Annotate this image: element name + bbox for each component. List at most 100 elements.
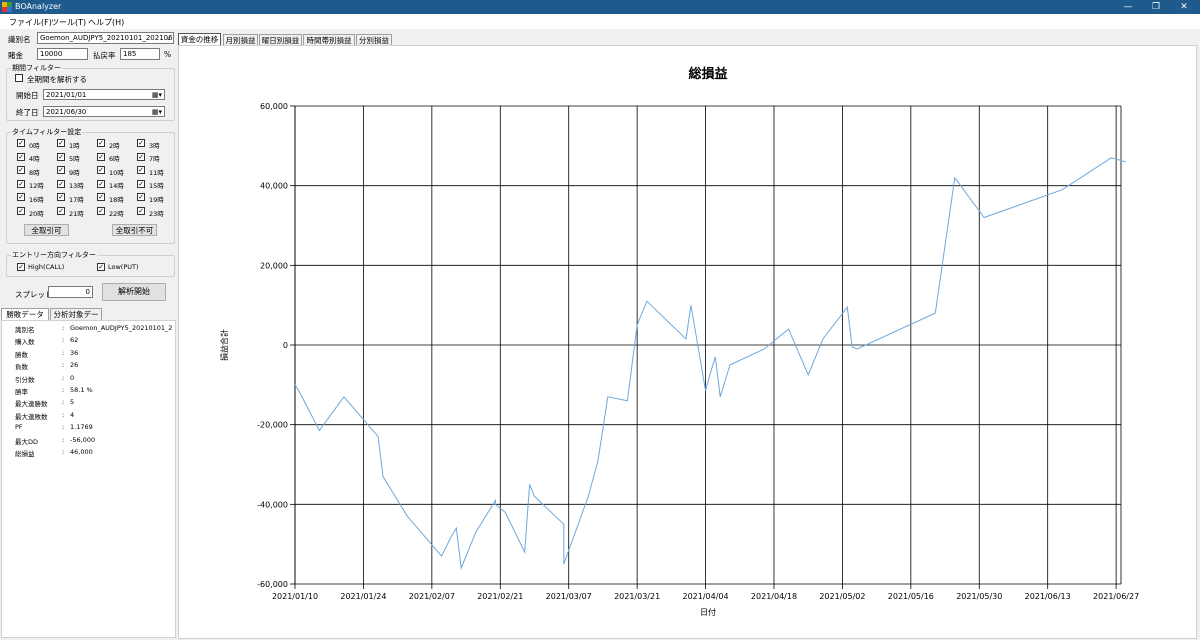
hour-checkbox-8[interactable]: ✓ (17, 166, 25, 175)
minimize-icon[interactable]: — (1114, 0, 1142, 14)
hour-label-11: 11時 (149, 168, 164, 177)
stat-colon: : (62, 348, 65, 357)
stat-key: PF (15, 423, 23, 432)
payout-input[interactable]: 185 (120, 48, 160, 60)
hour-checkbox-21[interactable]: ✓ (57, 207, 65, 215)
tab-win-loss-data[interactable]: 勝敗データ (1, 308, 49, 320)
direction-filter-group: エントリー方向フィルター ✓ High(CALL) ✓ Low(PUT) (6, 250, 175, 277)
stat-value: Goemon_AUDJPY5_20210101_2 (70, 324, 173, 332)
hour-label-20: 20時 (29, 209, 44, 218)
hour-checkbox-22[interactable]: ✓ (97, 207, 105, 215)
menu-tools[interactable]: ツール(T) (51, 17, 86, 28)
hour-checkbox-10[interactable]: ✓ (97, 166, 105, 175)
allow-all-button[interactable]: 全取引可 (24, 224, 69, 236)
analyze-button[interactable]: 解析開始 (102, 283, 166, 301)
x-tick-label: 2021/05/16 (888, 592, 934, 601)
hour-checkbox-16[interactable]: ✓ (17, 193, 25, 202)
hour-checkbox-1[interactable]: ✓ (57, 139, 65, 147)
hour-checkbox-9[interactable]: ✓ (57, 166, 65, 175)
menu-help[interactable]: ヘルプ(H) (88, 17, 124, 28)
hour-checkbox-15[interactable]: ✓ (137, 179, 145, 188)
hour-label-4: 4時 (29, 155, 40, 164)
hour-checkbox-20[interactable]: ✓ (17, 207, 25, 215)
stat-key: 識別名 (15, 326, 35, 334)
spread-label: スプレッド (15, 290, 53, 299)
low-put-checkbox[interactable]: ✓ (97, 263, 105, 271)
hour-checkbox-4[interactable]: ✓ (17, 152, 25, 161)
restore-icon[interactable]: ❐ (1142, 0, 1170, 14)
time-filter-title: タイムフィルター設定 (11, 127, 83, 137)
stat-key: 勝数 (15, 350, 28, 359)
stat-value: -56,000 (70, 435, 96, 444)
id-select[interactable]: Goemon_AUDJPY5_20210101_2021063 ⌄ (37, 32, 174, 44)
hour-checkbox-18[interactable]: ✓ (97, 193, 105, 202)
y-tick-label: 60,000 (260, 102, 288, 111)
id-label: 識別名 (8, 35, 31, 44)
hour-label-10: 10時 (109, 168, 124, 177)
direction-filter-title: エントリー方向フィルター (11, 250, 97, 260)
hour-label-15: 15時 (149, 182, 164, 191)
high-call-label: High(CALL) (28, 263, 65, 271)
x-tick-label: 2021/02/21 (477, 592, 523, 601)
end-date-picker[interactable]: 2021/06/30 ▦▾ (43, 106, 165, 117)
stat-value: 5 (70, 398, 75, 407)
hour-label-0: 0時 (29, 141, 40, 150)
x-tick-label: 2021/02/07 (409, 592, 455, 601)
tab-minute-pl[interactable]: 分別損益 (356, 34, 392, 45)
x-tick-label: 2021/03/07 (546, 592, 592, 601)
stat-key: 引分数 (15, 375, 35, 384)
hour-checkbox-3[interactable]: ✓ (137, 139, 145, 147)
high-call-checkbox[interactable]: ✓ (17, 263, 25, 271)
end-date-label: 終了日 (16, 108, 39, 117)
hour-checkbox-12[interactable]: ✓ (17, 179, 25, 188)
y-tick-label: -20,000 (257, 421, 288, 430)
period-all-checkbox[interactable] (15, 74, 23, 82)
hour-checkbox-0[interactable]: ✓ (17, 139, 25, 147)
stat-value: 1.1769 (70, 423, 93, 432)
menu-file[interactable]: ファイル(F) (9, 17, 52, 28)
stat-key: 最大DD (15, 437, 39, 446)
tab-weekday-pl[interactable]: 曜日別損益 (259, 34, 302, 45)
hour-label-2: 2時 (109, 141, 120, 150)
app-icon (2, 2, 12, 12)
hour-checkbox-19[interactable]: ✓ (137, 193, 145, 202)
spread-input[interactable]: 0 (48, 286, 93, 298)
chart-title: 総損益 (688, 66, 727, 82)
stat-key: 総損益 (15, 450, 35, 458)
hour-checkbox-6[interactable]: ✓ (97, 152, 105, 161)
stat-key: 負数 (15, 363, 28, 372)
tab-balance-history[interactable]: 資金の推移 (178, 33, 221, 45)
hour-checkbox-2[interactable]: ✓ (97, 139, 105, 147)
hour-checkbox-7[interactable]: ✓ (137, 152, 145, 161)
y-axis-label: 損益合計 (219, 329, 229, 361)
hour-checkbox-17[interactable]: ✓ (57, 193, 65, 202)
stat-colon: : (62, 373, 65, 382)
x-tick-label: 2021/05/30 (956, 592, 1002, 601)
stat-colon: : (62, 448, 65, 456)
stat-value: 62 (70, 336, 79, 345)
hour-checkbox-14[interactable]: ✓ (97, 179, 105, 188)
chart-area: 総損益 60,000 40,000 20,000 0 -20,000 -40,000 -60,… (178, 45, 1197, 639)
stake-input[interactable]: 10000 (37, 48, 88, 60)
calendar-icon: ▦▾ (151, 108, 163, 116)
hour-label-13: 13時 (69, 182, 84, 191)
hour-checkbox-5[interactable]: ✓ (57, 152, 65, 161)
tab-monthly-pl[interactable]: 月別損益 (223, 34, 258, 45)
hour-label-23: 23時 (149, 209, 164, 218)
start-date-picker[interactable]: 2021/01/01 ▦▾ (43, 89, 165, 100)
stat-colon: : (62, 423, 65, 432)
stat-colon: : (62, 324, 65, 332)
hour-checkbox-11[interactable]: ✓ (137, 166, 145, 175)
hour-label-22: 22時 (109, 209, 124, 218)
close-icon[interactable]: ✕ (1170, 0, 1198, 14)
calendar-icon: ▦▾ (151, 91, 163, 99)
stat-value: 36 (70, 348, 79, 357)
tab-hourly-pl[interactable]: 時間帯別損益 (303, 34, 355, 45)
window-title: BOAnalyzer (15, 2, 62, 11)
x-tick-label: 2021/04/04 (683, 592, 729, 601)
y-tick-label: -40,000 (257, 500, 288, 509)
deny-all-button[interactable]: 全取引不可 (112, 224, 157, 236)
tab-analysis-data[interactable]: 分析対象データ (50, 308, 102, 330)
hour-checkbox-23[interactable]: ✓ (137, 207, 145, 215)
hour-checkbox-13[interactable]: ✓ (57, 179, 65, 188)
